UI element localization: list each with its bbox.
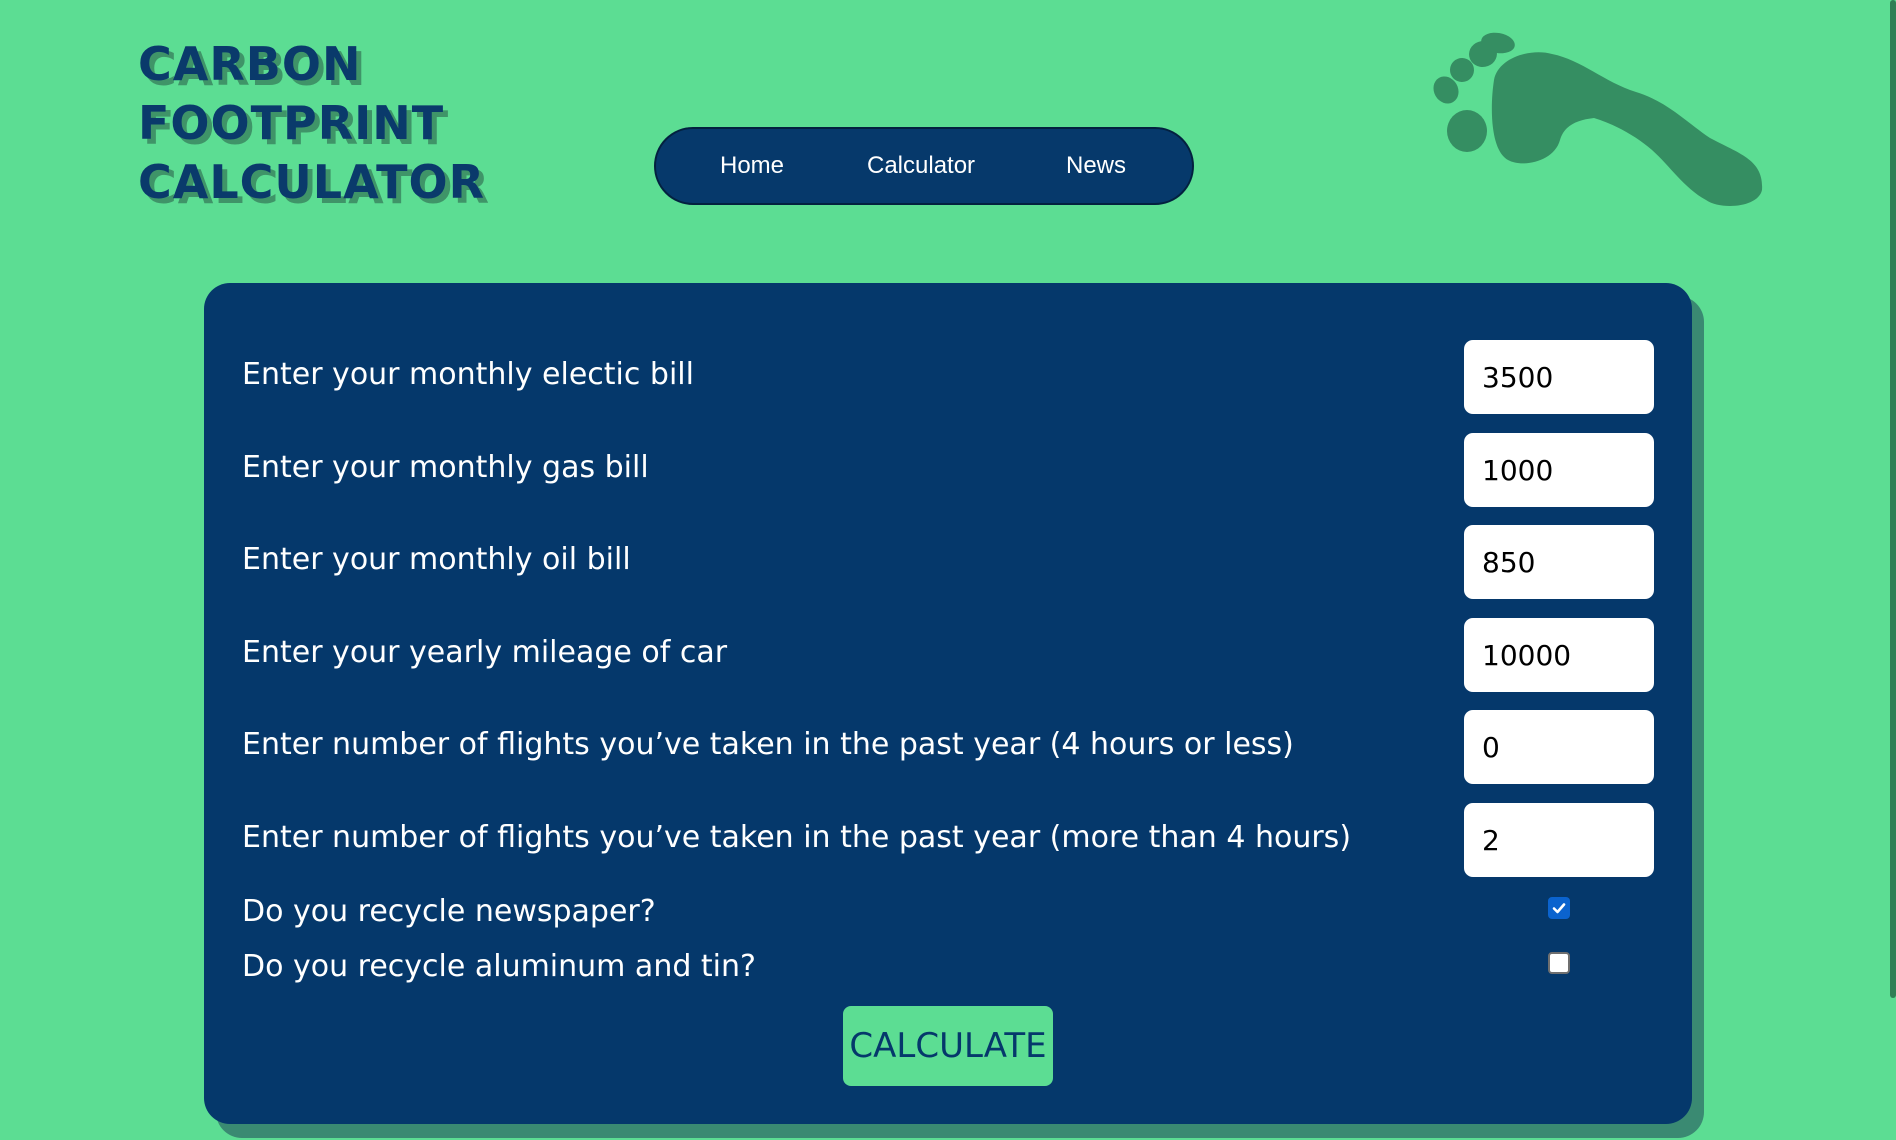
calculate-button[interactable]: CALCULATE: [843, 1006, 1053, 1086]
short-flights-input[interactable]: [1464, 710, 1654, 784]
oil-bill-input[interactable]: [1464, 525, 1654, 599]
logo-line: FOOTPRINT: [138, 96, 445, 150]
electric-bill-label: Enter your monthly electic bill: [242, 357, 694, 392]
gas-bill-label: Enter your monthly gas bill: [242, 450, 649, 485]
car-mileage-input[interactable]: [1464, 618, 1654, 692]
logo-line: CARBON: [138, 37, 362, 91]
oil-bill-label: Enter your monthly oil bill: [242, 542, 631, 577]
electric-bill-input[interactable]: [1464, 340, 1654, 414]
car-mileage-label: Enter your yearly mileage of car: [242, 635, 728, 670]
recycle-aluminum-checkbox[interactable]: [1548, 952, 1570, 974]
recycle-newspaper-checkbox[interactable]: [1548, 897, 1570, 919]
main-nav: Home Calculator News: [654, 127, 1194, 205]
site-logo: CARBON FOOTPRINT CALCULATOR: [138, 35, 485, 212]
scrollbar-thumb[interactable]: [1890, 0, 1896, 998]
gas-bill-input[interactable]: [1464, 433, 1654, 507]
long-flights-input[interactable]: [1464, 803, 1654, 877]
recycle-newspaper-label: Do you recycle newspaper?: [242, 894, 656, 929]
checkmark-icon: [1552, 903, 1566, 914]
long-flights-label: Enter number of flights you’ve taken in …: [242, 820, 1352, 855]
short-flights-label: Enter number of flights you’ve taken in …: [242, 727, 1294, 762]
footprint-icon: [1433, 32, 1763, 206]
nav-link-calculator[interactable]: Calculator: [867, 129, 975, 203]
logo-line: CALCULATOR: [138, 155, 486, 209]
recycle-aluminum-label: Do you recycle aluminum and tin?: [242, 949, 756, 984]
calculator-form: Enter your monthly electic bill Enter yo…: [204, 283, 1692, 1124]
nav-link-news[interactable]: News: [1066, 129, 1126, 203]
nav-link-home[interactable]: Home: [720, 129, 784, 203]
